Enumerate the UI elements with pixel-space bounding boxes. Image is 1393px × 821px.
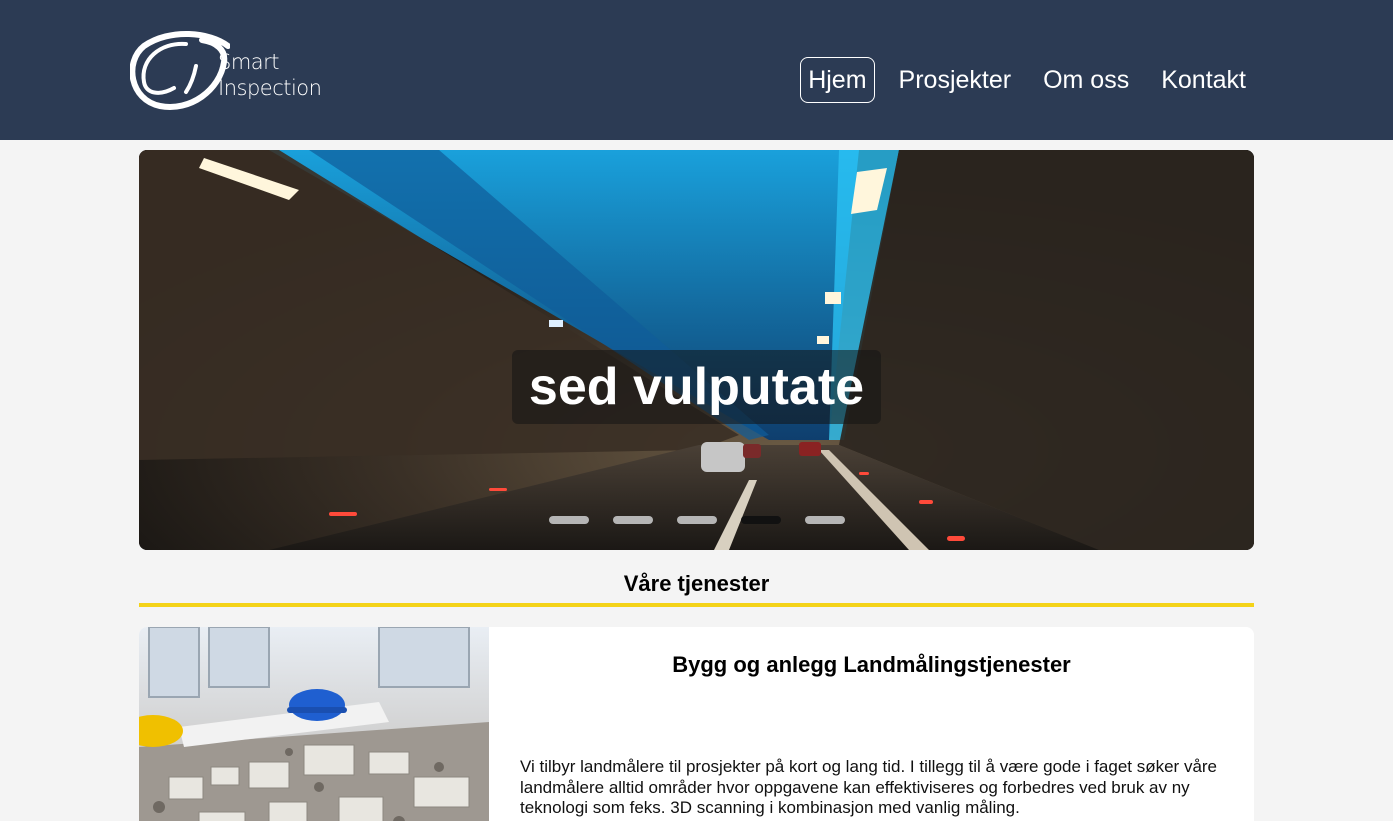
- hero-slider[interactable]: sed vulputate: [139, 150, 1254, 550]
- slider-dot-4[interactable]: [741, 516, 781, 524]
- logo-line-2: Inspection: [218, 76, 322, 100]
- nav-item-prosjekter[interactable]: Prosjekter: [891, 57, 1020, 103]
- slider-dots: [549, 516, 869, 524]
- service-description: Vi tilbyr landmålere til prosjekter på k…: [520, 757, 1218, 817]
- main-nav: Hjem Prosjekter Om oss Kontakt: [784, 57, 1254, 103]
- services-heading: Våre tjenester: [623, 571, 770, 596]
- slider-dot-1[interactable]: [549, 516, 589, 524]
- site-header: Smart Inspection Hjem Prosjekter Om oss …: [0, 0, 1393, 140]
- section-divider: [139, 603, 1254, 607]
- logo-swoosh-icon: [129, 31, 231, 110]
- hero-caption: sed vulputate: [512, 350, 881, 424]
- slider-dot-2[interactable]: [613, 516, 653, 524]
- nav-item-kontakt[interactable]: Kontakt: [1153, 57, 1254, 103]
- service-title: Bygg og anlegg Landmålingstjenester: [672, 652, 1071, 677]
- service-card: Bygg og anlegg Landmålingstjenester Vi t…: [139, 627, 1254, 821]
- logo-line-1: Smart: [218, 50, 280, 74]
- smart-inspection-logo[interactable]: Smart Inspection: [129, 30, 340, 112]
- nav-item-hjem[interactable]: Hjem: [800, 57, 875, 103]
- slider-dot-5[interactable]: [805, 516, 845, 524]
- slider-dot-3[interactable]: [677, 516, 717, 524]
- nav-item-om-oss[interactable]: Om oss: [1035, 57, 1137, 103]
- construction-model-image: [139, 627, 489, 821]
